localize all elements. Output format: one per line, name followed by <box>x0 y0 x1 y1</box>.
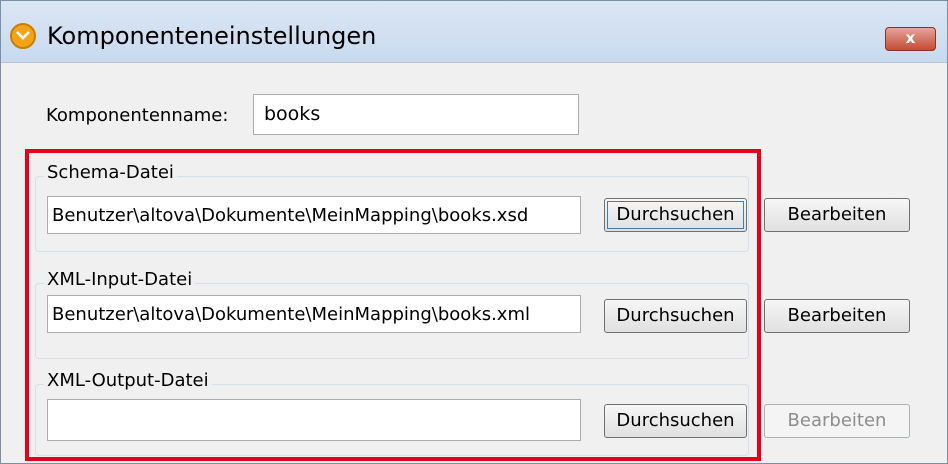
close-icon: x <box>905 29 916 47</box>
xml-output-group-title: XML-Output-Datei <box>44 370 212 391</box>
xml-output-browse-button[interactable]: Durchsuchen <box>604 404 747 438</box>
title-bar[interactable]: Komponenteneinstellungen x <box>1 1 947 63</box>
app-logo-icon <box>10 23 36 49</box>
settings-dialog: Komponenteneinstellungen x Komponentenna… <box>0 0 948 464</box>
xml-input-path-input[interactable]: Benutzer\altova\Dokumente\MeinMapping\bo… <box>47 295 581 333</box>
window-title: Komponenteneinstellungen <box>47 22 377 50</box>
xml-input-browse-button[interactable]: Durchsuchen <box>604 299 747 333</box>
xml-input-group-title: XML-Input-Datei <box>44 269 196 290</box>
xml-output-edit-button: Bearbeiten <box>764 404 910 438</box>
xml-input-edit-button[interactable]: Bearbeiten <box>764 299 910 333</box>
component-name-input[interactable]: books <box>253 94 579 135</box>
schema-file-path-input[interactable]: Benutzer\altova\Dokumente\MeinMapping\bo… <box>47 196 581 234</box>
schema-file-group-title: Schema-Datei <box>44 162 177 183</box>
schema-browse-button[interactable]: Durchsuchen <box>604 198 747 232</box>
xml-output-path-input[interactable] <box>47 399 581 441</box>
close-button[interactable]: x <box>885 27 936 51</box>
schema-edit-button[interactable]: Bearbeiten <box>764 198 910 232</box>
component-name-label: Komponentenname: <box>46 105 229 126</box>
